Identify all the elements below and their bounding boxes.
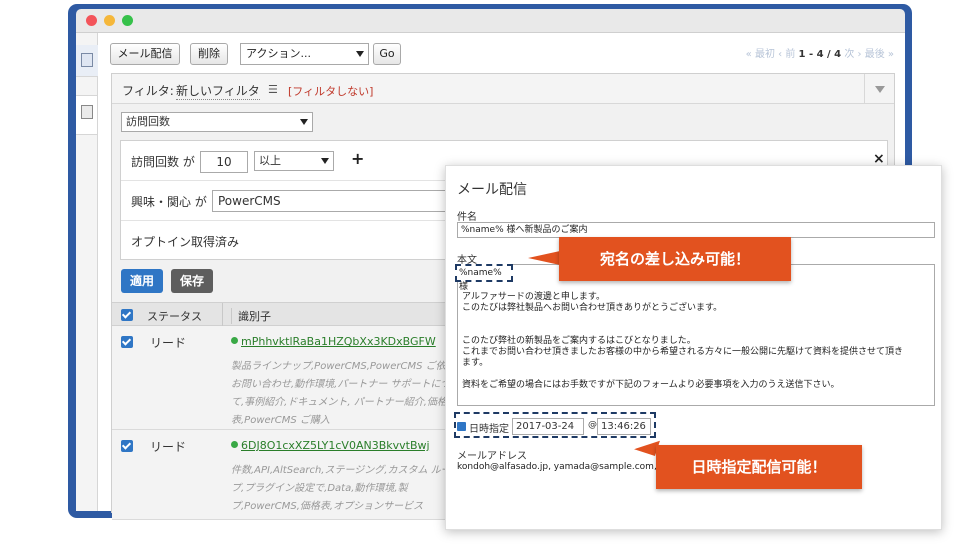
body-line: これまでお問い合わせ頂きましたお客様の中から希望される方々に一般公開に先駆けて資…: [462, 347, 904, 357]
visits-label: 訪問回数 が: [131, 155, 195, 169]
online-status-icon: [231, 337, 238, 344]
body-line: このたび弊社の新製品をご案内するはこびとなりました。: [462, 336, 696, 346]
document-icon: [81, 105, 93, 119]
sidebar: [76, 33, 98, 511]
minimize-window-icon[interactable]: [104, 15, 115, 26]
action-select-value: アクション...: [246, 47, 311, 60]
row-identifier-link[interactable]: mPhhvktlRaBa1HZQbXx3KDxBGFW: [241, 335, 436, 348]
pager-prev-link[interactable]: ‹ 前: [778, 49, 795, 60]
filter-header: フィルタ: 新しいフィルタ ☰ [フィルタしない]: [112, 74, 894, 104]
schedule-date-input[interactable]: 2017-03-24: [512, 418, 584, 435]
go-button[interactable]: Go: [373, 43, 401, 65]
visits-input[interactable]: 10: [200, 151, 248, 173]
filter-toggle[interactable]: [864, 74, 894, 104]
schedule-callout: 日時指定配信可能！: [656, 445, 862, 489]
email-recipients: kondoh@alfasado.jp, yamada@sample.com, w: [457, 462, 668, 472]
schedule-time-input[interactable]: 13:46:26: [597, 418, 651, 435]
column-status[interactable]: ステータス: [147, 308, 202, 324]
subject-input[interactable]: %name% 様へ新製品のご案内: [457, 222, 935, 238]
apply-button[interactable]: 適用: [121, 269, 163, 293]
mail-delivery-button[interactable]: メール配信: [110, 43, 180, 65]
no-filter-link[interactable]: [フィルタしない]: [288, 83, 373, 99]
chevron-down-icon: [300, 119, 308, 125]
column-identifier[interactable]: 識別子: [231, 308, 271, 324]
maximize-window-icon[interactable]: [122, 15, 133, 26]
at-separator: @: [588, 420, 597, 430]
chevron-down-icon: [356, 51, 364, 57]
body-line: このたびは弊社製品へお問い合わせ頂きありがとうございます。: [462, 303, 723, 313]
body-line: ます。: [462, 358, 489, 368]
pager-first-link[interactable]: « 最初: [746, 49, 775, 60]
pager-last-link[interactable]: 最後 »: [865, 49, 894, 60]
body-line: 資料をご希望の場合にはお手数ですが下記のフォームより必要事項を入力のうえ送信下さ…: [462, 380, 840, 390]
delete-button[interactable]: 削除: [190, 43, 228, 65]
schedule-label: 日時指定: [469, 424, 509, 435]
dialog-title: メール配信: [457, 182, 527, 198]
pagination: « 最初 ‹ 前 1 - 4 / 4 次 › 最後 »: [700, 45, 894, 60]
subject-label: 件名: [457, 212, 477, 223]
row-checkbox[interactable]: [121, 440, 133, 452]
row-status: リード: [150, 440, 187, 454]
save-button[interactable]: 保存: [171, 269, 213, 293]
online-status-icon: [231, 441, 238, 448]
row-interests: 件数,API,AltSearch,ステージング,カスタム ループ,プラグイン設定…: [231, 465, 451, 512]
filter-label: フィルタ:: [122, 84, 174, 98]
close-window-icon[interactable]: [86, 15, 97, 26]
name-merge-tag: %name% 様: [455, 264, 513, 292]
row-identifier[interactable]: mPhhvktlRaBa1HZQbXx3KDxBGFW: [231, 335, 436, 348]
optin-label: オプトイン取得済み: [131, 235, 240, 249]
body-line: アルファサードの渡邊と申します。: [462, 292, 606, 302]
row-identifier[interactable]: 6DJ8O1cxXZ5LY1cV0AN3BkvvtBwj: [231, 439, 430, 452]
chevron-down-icon: [321, 158, 329, 164]
list-icon[interactable]: ☰: [268, 83, 278, 96]
interest-label: 興味・関心 が: [131, 195, 207, 209]
body-textarea[interactable]: アルファサードの渡邊と申します。 このたびは弊社製品へお問い合わせ頂きありがとう…: [457, 264, 935, 406]
grid-icon: [81, 53, 93, 67]
callout-pointer: [528, 251, 560, 265]
operator-select[interactable]: 以上: [254, 151, 334, 171]
row-interests: 製品ラインナップ,PowerCMS,PowerCMS ご依頼,お問い合わせ,動作…: [231, 361, 461, 426]
row-identifier-link[interactable]: 6DJ8O1cxXZ5LY1cV0AN3BkvvtBwj: [241, 439, 430, 452]
action-select[interactable]: アクション...: [240, 43, 369, 65]
pager-next-link[interactable]: 次 ›: [844, 49, 861, 60]
schedule-checkbox[interactable]: [457, 422, 466, 431]
email-label: メールアドレス: [457, 451, 527, 462]
plus-icon[interactable]: +: [351, 149, 364, 168]
column-divider: [222, 303, 223, 327]
select-all-checkbox[interactable]: [121, 309, 133, 321]
triangle-down-icon: [875, 86, 885, 93]
window-titlebar: [76, 9, 905, 33]
field-select[interactable]: 訪問回数: [121, 112, 313, 132]
operator-select-value: 以上: [259, 154, 281, 167]
filter-name[interactable]: 新しいフィルタ: [176, 82, 260, 100]
field-select-value: 訪問回数: [126, 115, 170, 128]
row-checkbox[interactable]: [121, 336, 133, 348]
pager-range: 1 - 4 / 4: [798, 49, 842, 60]
merge-callout: 宛名の差し込み可能！: [559, 237, 791, 281]
row-status: リード: [150, 336, 187, 350]
